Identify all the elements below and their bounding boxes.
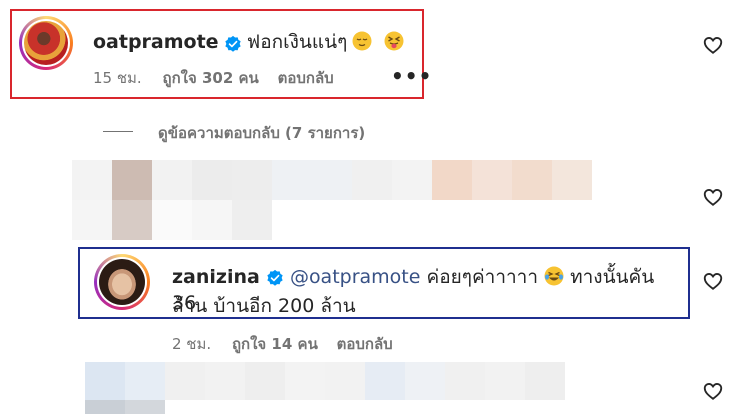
verified-badge-icon [267, 269, 283, 286]
comment-line-2: ล้าน บ้านอีก 200 ล้าน [172, 295, 356, 317]
verified-badge-icon [225, 35, 241, 52]
heart-icon[interactable] [702, 270, 724, 292]
relieved-emoji-icon [352, 31, 372, 51]
mention-link[interactable]: @oatpramote [290, 266, 421, 288]
reply-button[interactable]: ตอบกลับ [337, 335, 393, 353]
view-replies-button[interactable]: ดูข้อความตอบกลับ (7 รายการ) [158, 121, 365, 145]
heart-icon[interactable] [702, 380, 724, 402]
comment-text: ฟอกเงินแน่ๆ [246, 31, 348, 53]
comment-meta: 2 ชม. ถูกใจ 14 คน ตอบกลับ [172, 332, 393, 356]
timestamp[interactable]: 15 ชม. [93, 69, 142, 87]
tongue-emoji-icon [384, 31, 404, 51]
avatar[interactable] [19, 16, 73, 70]
more-icon[interactable]: ••• [391, 64, 432, 88]
heart-icon[interactable] [702, 34, 724, 56]
like-count[interactable]: ถูกใจ 302 คน [162, 69, 258, 87]
like-count[interactable]: ถูกใจ 14 คน [232, 335, 318, 353]
avatar[interactable] [94, 254, 150, 310]
avatar-image [24, 21, 68, 65]
replies-divider [103, 131, 133, 132]
comment-header: oatpramote ฟอกเงินแน่ๆ [93, 27, 404, 57]
avatar-image [99, 259, 145, 305]
timestamp[interactable]: 2 ชม. [172, 335, 211, 353]
comment-text: ค่อยๆค่าาาาา [420, 266, 539, 288]
username[interactable]: oatpramote [93, 31, 219, 53]
reply-button[interactable]: ตอบกลับ [278, 69, 334, 87]
username[interactable]: zanizina [172, 266, 260, 288]
laughing-emoji-icon [544, 266, 564, 286]
comment-meta: 15 ชม. ถูกใจ 302 คน ตอบกลับ [93, 66, 334, 90]
heart-icon[interactable] [702, 186, 724, 208]
